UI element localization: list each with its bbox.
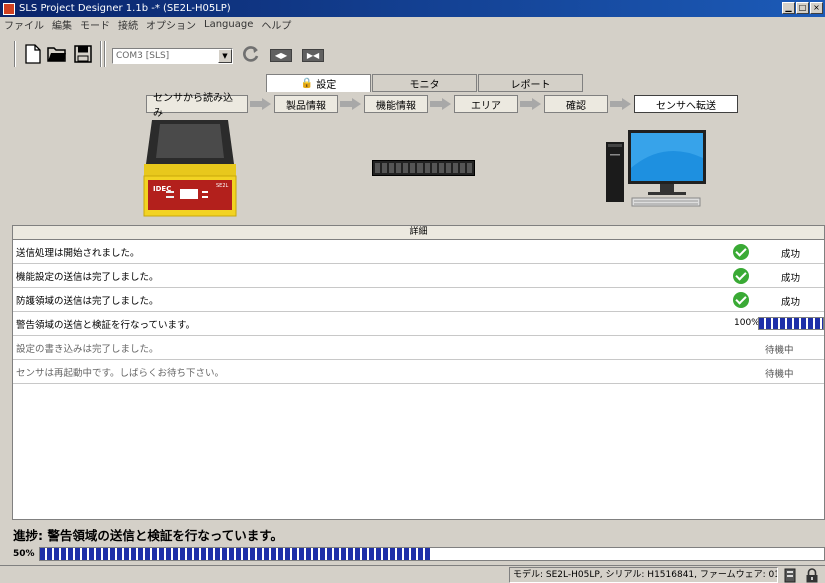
step-confirm[interactable]: 確認 — [544, 95, 608, 113]
save-icon[interactable] — [72, 43, 94, 65]
log-status: 待機中 — [765, 369, 794, 380]
port-select-value: COM3 [SLS] — [116, 51, 170, 61]
mode-tabs: 🔒 設定 モニタ レポート — [266, 74, 584, 92]
log-message: 防護領域の送信は完了しました。 — [16, 295, 159, 307]
computer-icon — [606, 130, 706, 207]
refresh-icon[interactable] — [240, 43, 262, 65]
toolbar-separator — [104, 41, 106, 67]
maximize-button[interactable]: □ — [796, 2, 809, 14]
row-progress-percent: 100% — [734, 318, 760, 328]
menu-language[interactable]: Language — [204, 19, 253, 30]
sensor-status-icon — [782, 567, 798, 583]
open-folder-icon[interactable] — [46, 43, 68, 65]
log-row: 設定の書き込みは完了しました。 待機中 — [13, 336, 824, 360]
check-circle-icon — [733, 244, 749, 260]
row-progress-bar — [758, 317, 824, 330]
step-transfer-to-sensor[interactable]: センサへ転送 — [634, 95, 738, 113]
log-message: 設定の書き込みは完了しました。 — [16, 343, 159, 355]
device-info: モデル: SE2L-H05LP, シリアル: H1516841, ファームウェア… — [509, 567, 778, 583]
arrow-right-icon — [430, 98, 452, 110]
log-message: 警告領域の送信と検証を行なっています。 — [16, 319, 196, 331]
menu-edit[interactable]: 編集 — [52, 17, 72, 32]
log-status: 待機中 — [765, 345, 794, 356]
menu-file[interactable]: ファイル — [4, 17, 44, 32]
tab-report[interactable]: レポート — [478, 74, 583, 92]
detail-panel: 詳細 送信処理は開始されました。 成功 機能設定の送信は完了しました。 成功 防… — [12, 225, 825, 520]
tab-settings-label: 設定 — [316, 80, 337, 91]
arrow-right-icon — [520, 98, 542, 110]
sensor-model-label: SE2L — [216, 183, 229, 189]
progress-title: 進捗: 警告領域の送信と検証を行なっています。 — [13, 528, 283, 543]
overall-progress-fill — [40, 548, 432, 560]
tab-settings[interactable]: 🔒 設定 — [266, 74, 371, 92]
tab-report-label: レポート — [510, 79, 551, 91]
menu-options[interactable]: オプション — [146, 17, 196, 32]
log-status: 成功 — [781, 273, 801, 284]
close-button[interactable]: × — [810, 2, 823, 14]
overall-progress: 50% — [13, 546, 825, 562]
disconnect-icon[interactable]: ▶◀ — [302, 49, 324, 62]
log-row: 警告領域の送信と検証を行なっています。 100% — [13, 312, 824, 336]
log-status: 成功 — [781, 249, 801, 260]
log-status: 成功 — [781, 297, 801, 308]
menu-help[interactable]: ヘルプ — [261, 17, 291, 32]
lock-icon[interactable] — [804, 567, 820, 583]
workflow-steps: センサから読み込み 製品情報 機能情報 エリア 確認 センサへ転送 — [146, 93, 738, 119]
minimize-button[interactable]: ▁ — [782, 2, 795, 14]
log-row: 機能設定の送信は完了しました。 成功 — [13, 264, 824, 288]
status-bar: モデル: SE2L-H05LP, シリアル: H1516841, ファームウェア… — [0, 565, 825, 583]
log-message: 送信処理は開始されました。 — [16, 247, 140, 259]
port-select[interactable]: COM3 [SLS] ▼ — [112, 48, 233, 64]
lock-icon: 🔒 — [300, 78, 314, 89]
arrow-right-icon — [250, 98, 272, 110]
step-function-info[interactable]: 機能情報 — [364, 95, 428, 113]
menu-connect[interactable]: 接続 — [118, 17, 138, 32]
step-area[interactable]: エリア — [454, 95, 518, 113]
toolbar-separator — [14, 41, 16, 67]
menu-bar: ファイル 編集 モード 接続 オプション Language ヘルプ — [0, 17, 825, 32]
toolbar-separator — [100, 41, 102, 67]
detail-header: 詳細 — [13, 226, 824, 240]
check-circle-icon — [733, 268, 749, 284]
overall-progress-bar — [39, 547, 825, 561]
transfer-indicator — [372, 160, 475, 176]
connect-icon[interactable]: ◀▶ — [270, 49, 292, 62]
toolbar: COM3 [SLS] ▼ ◀▶ ▶◀ — [0, 32, 825, 72]
log-message: 機能設定の送信は完了しました。 — [16, 271, 159, 283]
app-icon — [3, 2, 15, 15]
tab-monitor[interactable]: モニタ — [372, 74, 477, 92]
menu-mode[interactable]: モード — [80, 17, 110, 32]
row-progress-fill — [759, 318, 823, 329]
overall-progress-percent: 50% — [13, 549, 35, 559]
log-message: センサは再起動中です。しばらくお待ち下さい。 — [16, 367, 225, 379]
step-read-from-sensor[interactable]: センサから読み込み — [146, 93, 248, 119]
log-row: 防護領域の送信は完了しました。 成功 — [13, 288, 824, 312]
log-row: 送信処理は開始されました。 成功 — [13, 240, 824, 264]
chevron-down-icon[interactable]: ▼ — [218, 49, 232, 63]
tab-monitor-label: モニタ — [409, 79, 440, 91]
arrow-right-icon — [340, 98, 362, 110]
transfer-scene: IDEC SE2L — [0, 114, 825, 222]
arrow-right-icon — [610, 98, 632, 110]
new-file-icon[interactable] — [22, 43, 44, 65]
log-row: センサは再起動中です。しばらくお待ち下さい。 待機中 — [13, 360, 824, 384]
title-bar: SLS Project Designer 1.1b -* (SE2L-H05LP… — [0, 0, 825, 17]
check-circle-icon — [733, 292, 749, 308]
step-product-info[interactable]: 製品情報 — [274, 95, 338, 113]
window-title: SLS Project Designer 1.1b -* (SE2L-H05LP… — [19, 3, 231, 14]
sensor-image: IDEC SE2L — [143, 120, 237, 217]
